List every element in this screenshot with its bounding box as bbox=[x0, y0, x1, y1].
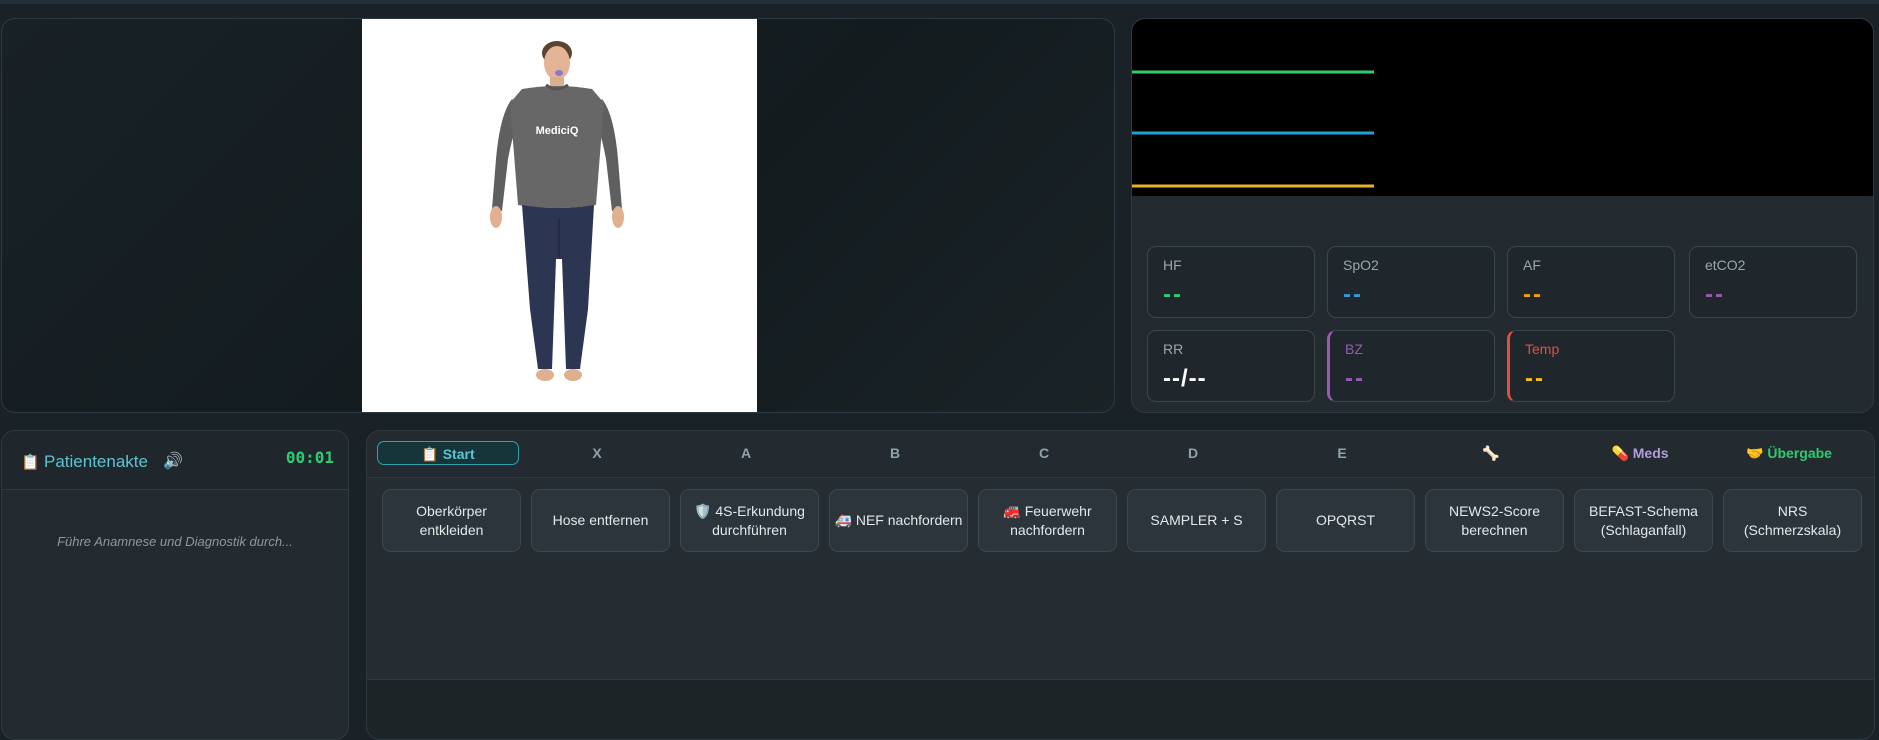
waveform-display bbox=[1132, 19, 1873, 196]
tab-c[interactable]: C bbox=[973, 441, 1115, 465]
vital-value: -- bbox=[1343, 281, 1363, 308]
vital-bz: BZ -- bbox=[1327, 330, 1495, 402]
vital-label: AF bbox=[1523, 257, 1541, 273]
vital-label: HF bbox=[1163, 257, 1182, 273]
vital-temp: Temp -- bbox=[1507, 330, 1675, 402]
vital-value: -- bbox=[1163, 281, 1183, 308]
tab-d[interactable]: D bbox=[1122, 441, 1264, 465]
action-sampler[interactable]: SAMPLER + S bbox=[1127, 489, 1266, 552]
action-news2-score[interactable]: NEWS2-Score berechnen bbox=[1425, 489, 1564, 552]
tab-bone[interactable]: 🦴 bbox=[1420, 441, 1562, 465]
action-request-fire-brigade[interactable]: 🚒 Feuerwehr nachfordern bbox=[978, 489, 1117, 552]
action-undress-upper-body[interactable]: Oberkörper entkleiden bbox=[382, 489, 521, 552]
action-nrs[interactable]: NRS (Schmerzskala) bbox=[1723, 489, 1862, 552]
vital-hf: HF -- bbox=[1147, 246, 1315, 318]
action-request-nef[interactable]: 🚑 NEF nachfordern bbox=[829, 489, 968, 552]
record-hint: Führe Anamnese und Diagnostik durch... bbox=[57, 534, 293, 549]
clipboard-icon: 📋 bbox=[21, 454, 40, 471]
actions-panel: 📋 Start X A B C D E 🦴 💊 Meds 🤝 Übergabe … bbox=[366, 430, 1875, 740]
vital-value: -- bbox=[1525, 365, 1545, 392]
vital-label: RR bbox=[1163, 341, 1184, 357]
patient-stage: MediciQ bbox=[362, 19, 757, 413]
tab-b[interactable]: B bbox=[824, 441, 966, 465]
speaker-icon[interactable]: 🔊 bbox=[163, 451, 183, 471]
action-opqrst[interactable]: OPQRST bbox=[1276, 489, 1415, 552]
vital-label: SpO2 bbox=[1343, 257, 1379, 273]
timer: 00:01 bbox=[285, 448, 334, 467]
top-bar bbox=[0, 0, 1879, 4]
tab-e[interactable]: E bbox=[1271, 441, 1413, 465]
vital-value: --/-- bbox=[1163, 365, 1207, 392]
vital-etco2: etCO2 -- bbox=[1689, 246, 1857, 318]
shirt-text: MediciQ bbox=[536, 125, 579, 137]
vital-label: etCO2 bbox=[1705, 257, 1746, 273]
record-title: Patientenakte bbox=[44, 452, 148, 471]
vital-value: -- bbox=[1523, 281, 1543, 308]
tab-x[interactable]: X bbox=[526, 441, 668, 465]
tab-a[interactable]: A bbox=[675, 441, 817, 465]
patient-record-panel: 📋 Patientenakte 🔊 00:01 Führe Anamnese u… bbox=[1, 430, 349, 740]
vital-value: -- bbox=[1705, 281, 1725, 308]
vital-value: -- bbox=[1345, 365, 1365, 392]
vital-monitor: HF -- SpO2 -- AF -- etCO2 -- RR --/-- BZ… bbox=[1131, 18, 1874, 413]
tab-bar: 📋 Start X A B C D E 🦴 💊 Meds 🤝 Übergabe bbox=[367, 431, 1874, 478]
vital-spo2: SpO2 -- bbox=[1327, 246, 1495, 318]
patient-viewer: MediciQ bbox=[1, 18, 1115, 413]
tab-start[interactable]: 📋 Start bbox=[377, 441, 519, 465]
vital-label: BZ bbox=[1345, 341, 1363, 357]
vital-rr: RR --/-- bbox=[1147, 330, 1315, 402]
action-befast[interactable]: BEFAST-Schema (Schlaganfall) bbox=[1574, 489, 1713, 552]
action-remove-trousers[interactable]: Hose entfernen bbox=[531, 489, 670, 552]
patient-avatar[interactable]: MediciQ bbox=[362, 19, 757, 413]
vital-af: AF -- bbox=[1507, 246, 1675, 318]
record-header: 📋 Patientenakte 🔊 00:01 bbox=[2, 431, 348, 490]
vital-label: Temp bbox=[1525, 341, 1560, 357]
action-4s-survey[interactable]: 🛡️ 4S-Erkundung durchführen bbox=[680, 489, 819, 552]
tab-handover[interactable]: 🤝 Übergabe bbox=[1718, 441, 1860, 465]
tab-meds[interactable]: 💊 Meds bbox=[1569, 441, 1711, 465]
